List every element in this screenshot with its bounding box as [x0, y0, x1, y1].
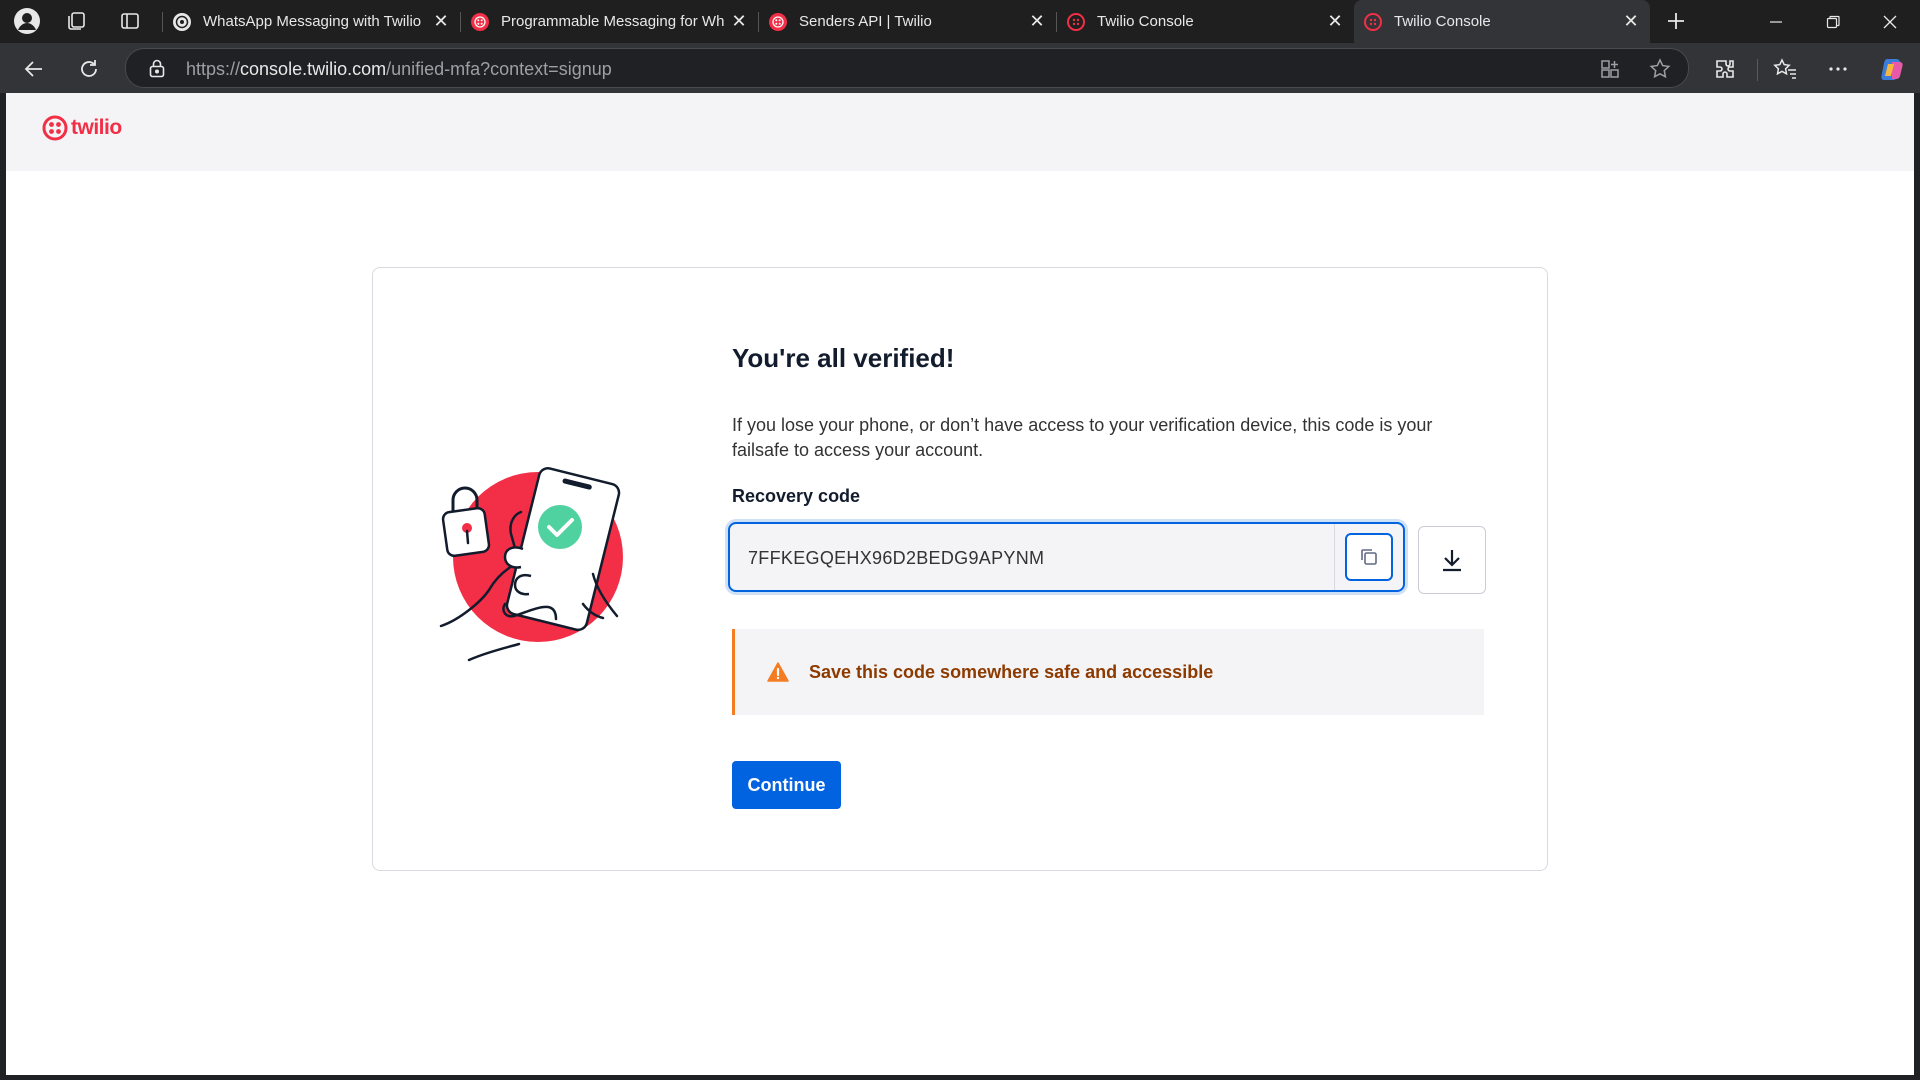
continue-button[interactable]: Continue — [732, 761, 841, 809]
more-options-icon[interactable] — [1823, 54, 1853, 84]
recovery-code-field[interactable] — [728, 522, 1405, 592]
recovery-code-input[interactable] — [746, 543, 1310, 573]
page-title: You're all verified! — [732, 343, 955, 373]
whatsapp-icon — [173, 12, 191, 31]
twilio-icon — [769, 12, 787, 31]
tab-programmable-messaging[interactable]: Programmable Messaging for Wh ✕ — [461, 0, 758, 43]
close-tab-icon[interactable]: ✕ — [1024, 9, 1050, 35]
url-text[interactable]: https://console.twilio.com/unified-mfa?c… — [186, 59, 612, 80]
warning-alert: Save this code somewhere safe and access… — [732, 629, 1484, 715]
tab-label: Programmable Messaging for Wh — [501, 13, 725, 30]
tab-label: Twilio Console — [1394, 13, 1491, 30]
address-bar[interactable]: https://console.twilio.com/unified-mfa?c… — [125, 48, 1689, 88]
recovery-description: If you lose your phone, or don’t have ac… — [732, 415, 1433, 460]
twilio-logo[interactable]: twilio — [42, 115, 122, 141]
twilio-icon — [1364, 12, 1382, 31]
twilio-icon — [1067, 12, 1085, 31]
workspaces-icon[interactable] — [63, 7, 91, 35]
url-path: /unified-mfa?context=signup — [386, 59, 612, 79]
favorites-icon[interactable] — [1770, 54, 1800, 84]
extensions-icon[interactable] — [1710, 54, 1740, 84]
favorite-star-icon[interactable] — [1648, 57, 1672, 81]
tab-whatsapp-messaging[interactable]: WhatsApp Messaging with Twilio ✕ — [163, 0, 460, 43]
new-tab-icon[interactable] — [1662, 7, 1690, 35]
url-host: console.twilio.com — [240, 59, 387, 79]
close-tab-icon[interactable]: ✕ — [726, 9, 752, 35]
page-header: twilio — [6, 93, 1914, 171]
twilio-icon — [471, 12, 489, 31]
restore-icon[interactable] — [1805, 0, 1861, 43]
reload-icon[interactable] — [72, 52, 106, 86]
copy-area — [1334, 524, 1403, 590]
toolbar-divider — [1757, 59, 1758, 81]
copy-button[interactable] — [1345, 533, 1393, 581]
profile-icon[interactable] — [13, 7, 41, 35]
tab-twilio-console[interactable]: Twilio Console ✕ — [1057, 0, 1354, 43]
minimize-icon[interactable] — [1748, 0, 1804, 43]
verification-card: You're all verified! If you lose your ph… — [372, 267, 1548, 871]
close-window-icon[interactable] — [1862, 0, 1918, 43]
tab-label: WhatsApp Messaging with Twilio — [203, 13, 422, 30]
tab-senders-api[interactable]: Senders API | Twilio ✕ — [759, 0, 1056, 43]
logo-text: twilio — [71, 116, 122, 139]
app-available-icon[interactable] — [1598, 57, 1622, 81]
download-icon — [1443, 550, 1461, 572]
close-tab-icon[interactable]: ✕ — [428, 9, 454, 35]
warning-text: Save this code somewhere safe and access… — [809, 661, 1214, 682]
twilio-logo-icon — [42, 115, 68, 141]
close-tab-icon[interactable]: ✕ — [1618, 9, 1644, 35]
tab-label: Senders API | Twilio — [799, 13, 932, 30]
url-prefix: https:// — [186, 59, 241, 79]
copy-icon — [1361, 549, 1377, 565]
tab-label: Twilio Console — [1097, 13, 1194, 30]
back-icon[interactable] — [17, 52, 51, 86]
vertical-tabs-icon[interactable] — [116, 7, 144, 35]
browser-toolbar: https://console.twilio.com/unified-mfa?c… — [0, 43, 1920, 93]
recovery-code-label: Recovery code — [732, 486, 861, 506]
browser-title-bar: WhatsApp Messaging with Twilio ✕ Program… — [0, 0, 1920, 43]
download-button[interactable] — [1418, 526, 1486, 594]
lock-icon[interactable] — [148, 58, 166, 83]
phone-verification-illustration — [439, 467, 623, 662]
page-content: twilio You're all verified! If you lose … — [6, 93, 1914, 1075]
close-tab-icon[interactable]: ✕ — [1322, 9, 1348, 35]
warning-icon — [767, 662, 789, 682]
copilot-icon[interactable] — [1877, 54, 1907, 84]
tab-twilio-console-active[interactable]: Twilio Console ✕ — [1354, 0, 1650, 43]
